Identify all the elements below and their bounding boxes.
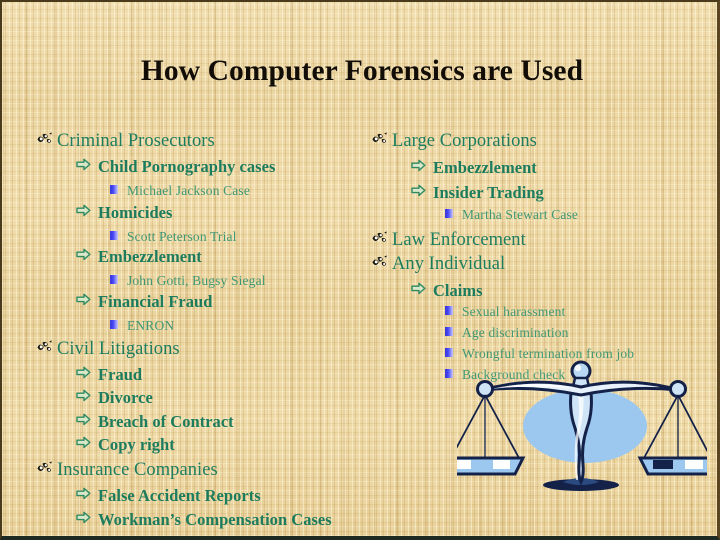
- right-arrow-bullet-icon: [76, 248, 98, 261]
- bullet-label: Scott Peterson Trial: [127, 229, 237, 244]
- bullet-label: False Accident Reports: [98, 486, 261, 505]
- right-arrow-bullet-icon: [411, 282, 433, 295]
- right-arrow-bullet-icon: [76, 158, 98, 171]
- bullet-label: Martha Stewart Case: [462, 207, 579, 222]
- bullet-label: Sexual harassment: [462, 304, 566, 319]
- left-bullet-level1: Insurance Companies: [36, 460, 218, 481]
- blue-square-bullet-icon: [445, 323, 462, 341]
- left-bullet-level2: Divorce: [76, 388, 153, 408]
- blue-square-bullet-icon: [445, 302, 462, 320]
- right-arrow-bullet-icon: [411, 184, 433, 197]
- bullet-label: Michael Jackson Case: [127, 183, 250, 198]
- scribble-bullet-icon: [371, 231, 392, 244]
- scribble-bullet-icon: [36, 132, 57, 145]
- left-bullet-level3: ENRON: [110, 317, 174, 335]
- left-bullet-level1: Criminal Prosecutors: [36, 131, 215, 152]
- page-title: How Computer Forensics are Used: [140, 55, 584, 87]
- right-bullet-level2: Claims: [411, 281, 483, 301]
- right-arrow-bullet-icon: [76, 293, 98, 306]
- bullet-label: Copy right: [98, 435, 175, 454]
- bullet-label: Insurance Companies: [57, 460, 218, 480]
- bullet-label: Any Individual: [392, 254, 506, 274]
- right-bullet-level1: Law Enforcement: [371, 230, 526, 251]
- right-arrow-bullet-icon: [411, 159, 433, 172]
- left-bullet-level1: Civil Litigations: [36, 339, 180, 360]
- right-arrow-bullet-icon: [76, 511, 98, 524]
- left-bullet-level2: Copy right: [76, 435, 175, 455]
- left-bullet-level2: Child Pornography cases: [76, 157, 275, 177]
- right-bullet-level2: Embezzlement: [411, 158, 537, 178]
- right-arrow-bullet-icon: [76, 389, 98, 402]
- blue-square-bullet-icon: [110, 316, 127, 334]
- left-bullet-level2: False Accident Reports: [76, 486, 261, 506]
- bullet-label: Embezzlement: [433, 158, 537, 177]
- right-arrow-bullet-icon: [76, 436, 98, 449]
- left-bullet-level3: John Gotti, Bugsy Siegal: [110, 272, 266, 290]
- left-bullet-level3: Michael Jackson Case: [110, 182, 250, 200]
- bullet-label: Fraud: [98, 365, 143, 384]
- scales-of-justice-icon: [457, 360, 707, 491]
- bullet-label: Insider Trading: [433, 183, 544, 202]
- scribble-bullet-icon: [36, 461, 57, 474]
- left-bullet-level2: Workman’s Compensation Cases: [76, 510, 332, 530]
- right-arrow-bullet-icon: [76, 487, 98, 500]
- left-bullet-level2: Breach of Contract: [76, 412, 234, 432]
- slide: How Computer Forensics are Used Criminal…: [0, 0, 720, 540]
- bullet-label: Workman’s Compensation Cases: [98, 510, 332, 529]
- blue-square-bullet-icon: [110, 181, 127, 199]
- right-bullet-level1: Large Corporations: [371, 131, 537, 152]
- bullet-label: Law Enforcement: [392, 230, 526, 250]
- bullet-label: Embezzlement: [98, 247, 202, 266]
- blue-square-bullet-icon: [445, 205, 462, 223]
- right-bullet-level3: Sexual harassment: [445, 303, 565, 321]
- bullet-label: Breach of Contract: [98, 412, 234, 431]
- bullet-label: Homicides: [98, 203, 173, 222]
- scribble-bullet-icon: [36, 340, 57, 353]
- bullet-label: ENRON: [127, 318, 175, 333]
- bullet-label: Age discrimination: [462, 325, 569, 340]
- scribble-bullet-icon: [371, 132, 392, 145]
- blue-square-bullet-icon: [110, 227, 127, 245]
- left-bullet-level2: Financial Fraud: [76, 292, 212, 312]
- right-arrow-bullet-icon: [76, 413, 98, 426]
- left-bullet-level2: Homicides: [76, 203, 172, 223]
- right-arrow-bullet-icon: [76, 204, 98, 217]
- bullet-label: Large Corporations: [392, 131, 537, 151]
- right-bullet-level2: Insider Trading: [411, 183, 544, 203]
- right-bullet-level1: Any Individual: [371, 254, 505, 275]
- bullet-label: Financial Fraud: [98, 292, 213, 311]
- left-bullet-level3: Scott Peterson Trial: [110, 228, 237, 246]
- bullet-label: John Gotti, Bugsy Siegal: [127, 273, 266, 288]
- bullet-label: Civil Litigations: [57, 339, 180, 359]
- blue-square-bullet-icon: [110, 271, 127, 289]
- left-bullet-level2: Embezzlement: [76, 247, 202, 267]
- scribble-bullet-icon: [371, 255, 392, 268]
- right-arrow-bullet-icon: [76, 366, 98, 379]
- bullet-label: Claims: [433, 281, 483, 300]
- bullet-label: Criminal Prosecutors: [57, 131, 215, 151]
- right-bullet-level3: Martha Stewart Case: [445, 206, 578, 224]
- right-bullet-level3: Age discrimination: [445, 324, 569, 342]
- bullet-label: Divorce: [98, 388, 153, 407]
- bullet-label: Child Pornography cases: [98, 157, 276, 176]
- left-bullet-level2: Fraud: [76, 365, 142, 385]
